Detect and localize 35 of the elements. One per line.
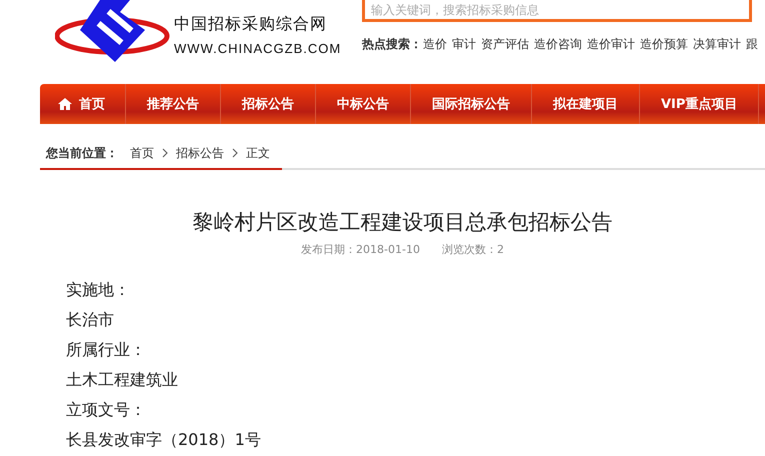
article-text: 实施地： [66,279,131,301]
breadcrumb-link[interactable]: 首页 [130,144,154,162]
article-text: 立项文号： [66,399,147,421]
breadcrumb-link[interactable]: 招标公告 [176,144,224,162]
hot-search-link[interactable]: 跟 [746,36,758,53]
nav-link[interactable]: 招标公告 [221,84,316,124]
article-text: 长县发改审字（2018）1号 [66,429,262,451]
article-text: 所属行业： [66,339,147,361]
breadcrumb-label: 您当前位置： [46,144,118,162]
hot-search-link[interactable]: 造价预算 [640,36,688,53]
hot-search-link[interactable]: 造价咨询 [534,36,582,53]
article-text: 长治市 [66,309,115,331]
search-field[interactable]: 输入关键词，搜索招标采购信息 [362,0,752,22]
nav-home-link[interactable]: 首页 [40,84,126,124]
chevron-icon [232,148,238,158]
nav-link[interactable]: 中标公告 [316,84,411,124]
hot-search-link[interactable]: 决算审计 [693,36,741,53]
article-text: 土木工程建筑业 [66,369,179,391]
publish-date: 发布日期：2018-01-10 [301,242,420,257]
nav-link[interactable]: VIP重点项目 [640,84,760,124]
nav-link[interactable]: 拟在建项目 [532,84,640,124]
current-page-label: 正文 [246,144,270,162]
hot-search-link[interactable]: 审计 [452,36,476,53]
chevron-icon [162,148,168,158]
hot-search-link[interactable]: 造价审计 [587,36,635,53]
view-count: 浏览次数：2 [442,242,504,257]
hot-search-link[interactable]: 资产评估 [481,36,529,53]
hot-search-label: 热点搜索： [362,36,422,53]
logo-url: WWW.CHINACGZB.COM [174,41,342,56]
logo-name: 中国招标采购综合网 [174,14,328,35]
hot-search-link[interactable]: 造价 [423,36,447,53]
nav-link[interactable]: 推荐公告 [126,84,221,124]
article-title: 黎岭村片区改造工程建设项目总承包招标公告 [192,209,614,236]
nav-link[interactable]: 国际招标公告 [411,84,532,124]
home-icon [58,98,72,110]
